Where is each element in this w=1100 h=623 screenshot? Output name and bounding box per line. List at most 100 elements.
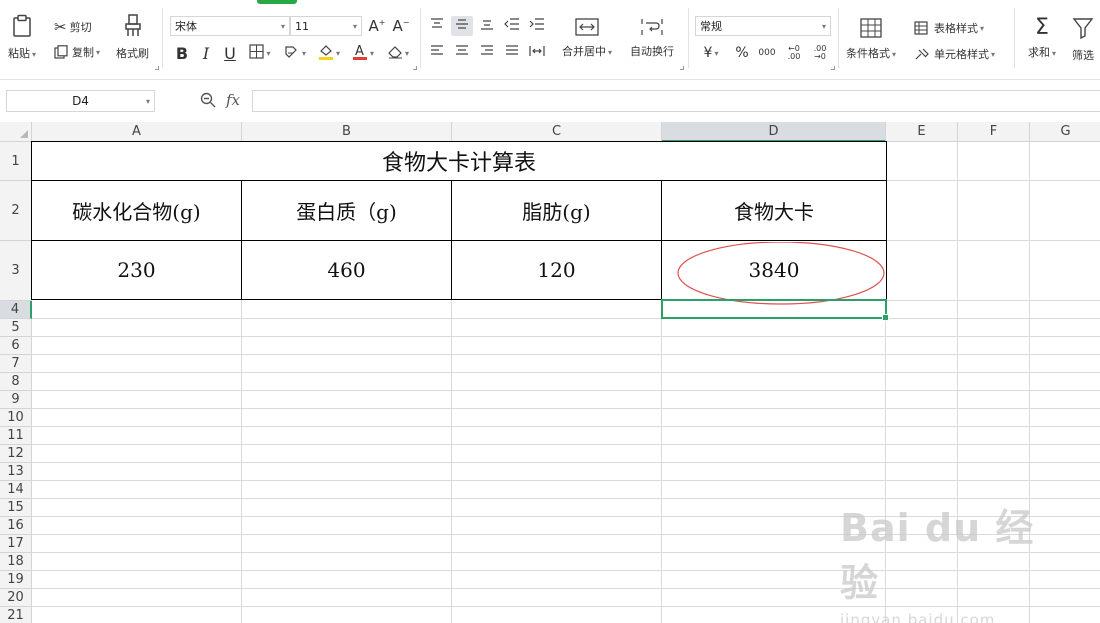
row-header-14[interactable]: 14 bbox=[0, 481, 32, 499]
row-header-21[interactable]: 21 bbox=[0, 607, 32, 623]
format-painter-button[interactable]: 格式刷 bbox=[116, 14, 149, 61]
filter-label: 筛选 bbox=[1072, 49, 1094, 62]
row-header-8[interactable]: 8 bbox=[0, 373, 32, 391]
svg-text:A: A bbox=[355, 44, 364, 59]
clear-format-button[interactable]: ▾ bbox=[383, 43, 413, 63]
wrap-text-button[interactable]: 自动换行 bbox=[630, 18, 674, 59]
indent-icon bbox=[529, 18, 545, 34]
formula-input[interactable] bbox=[252, 90, 1100, 112]
selected-cell-d4[interactable] bbox=[661, 299, 889, 321]
column-header-b[interactable]: B bbox=[242, 122, 452, 142]
column-header-f[interactable]: F bbox=[958, 122, 1030, 142]
column-header-a[interactable]: A bbox=[32, 122, 242, 142]
decrease-indent-button[interactable] bbox=[501, 16, 523, 36]
percent-button[interactable]: % bbox=[731, 43, 753, 63]
justify-button[interactable] bbox=[501, 43, 523, 63]
underline-button[interactable]: U bbox=[219, 43, 241, 63]
row-header-13[interactable]: 13 bbox=[0, 463, 32, 481]
increase-indent-button[interactable] bbox=[526, 16, 548, 36]
currency-icon: ¥ bbox=[703, 45, 713, 61]
conditional-format-button[interactable]: 条件格式 ▾ bbox=[846, 18, 896, 61]
number-format-select[interactable]: 常规 ▾ bbox=[695, 16, 831, 36]
row-header-10[interactable]: 10 bbox=[0, 409, 32, 427]
bold-button[interactable]: B bbox=[171, 43, 193, 63]
row-header-7[interactable]: 7 bbox=[0, 355, 32, 373]
distribute-button[interactable] bbox=[526, 43, 548, 63]
paste-button[interactable]: 粘贴 ▾ bbox=[8, 14, 36, 61]
row-header-5[interactable]: 5 bbox=[0, 319, 32, 337]
cell-style-button[interactable]: 单元格样式 ▾ bbox=[914, 46, 995, 62]
separator bbox=[688, 8, 689, 68]
header-cell-protein[interactable]: 蛋白质（g) bbox=[241, 180, 452, 241]
value-cell-fat[interactable]: 120 bbox=[451, 240, 662, 300]
row-header-9[interactable]: 9 bbox=[0, 391, 32, 409]
decrease-decimal-button[interactable]: .00 →0 bbox=[808, 43, 832, 63]
align-center-icon bbox=[455, 45, 469, 61]
fill-color-button[interactable]: ▾ bbox=[314, 43, 344, 63]
value-cell-carbs[interactable]: 230 bbox=[31, 240, 242, 300]
row-header-11[interactable]: 11 bbox=[0, 427, 32, 445]
align-bottom-button[interactable] bbox=[476, 16, 498, 36]
value-cell-protein[interactable]: 460 bbox=[241, 240, 452, 300]
row-header-17[interactable]: 17 bbox=[0, 535, 32, 553]
align-top-button[interactable] bbox=[426, 16, 448, 36]
column-header-d[interactable]: D bbox=[662, 122, 886, 142]
font-name-select[interactable]: 宋体 ▾ bbox=[170, 16, 290, 36]
header-cell-fat[interactable]: 脂肪(g) bbox=[451, 180, 662, 241]
name-box[interactable]: D4 ▾ bbox=[6, 90, 155, 112]
header-cell-calories[interactable]: 食物大卡 bbox=[661, 180, 887, 241]
thousands-separator-button[interactable]: 000 bbox=[756, 43, 778, 63]
italic-icon: I bbox=[202, 43, 210, 63]
row-header-2[interactable]: 2 bbox=[0, 181, 32, 241]
currency-button[interactable]: ¥ ▾ bbox=[697, 43, 725, 63]
column-header-g[interactable]: G bbox=[1030, 122, 1100, 142]
title-cell[interactable]: 食物大卡计算表 bbox=[31, 141, 887, 181]
increase-decimal-button[interactable]: ←0 .00 bbox=[782, 43, 806, 63]
copy-button[interactable]: 复制 ▾ bbox=[54, 44, 100, 60]
fx-icon: fx bbox=[226, 91, 241, 109]
clipboard-group-launcher[interactable] bbox=[155, 66, 159, 70]
zoom-icon[interactable] bbox=[200, 92, 216, 112]
cut-button[interactable]: ✂ 剪切 bbox=[54, 18, 92, 36]
align-right-button[interactable] bbox=[476, 43, 498, 63]
italic-button[interactable]: I bbox=[195, 43, 217, 63]
shrink-font-button[interactable]: A− bbox=[390, 16, 412, 36]
header-cell-carbs[interactable]: 碳水化合物(g) bbox=[31, 180, 242, 241]
cell-shading-button[interactable]: ▾ bbox=[280, 43, 310, 63]
number-group-launcher[interactable] bbox=[831, 66, 835, 70]
row-header-3[interactable]: 3 bbox=[0, 241, 32, 301]
table-style-button[interactable]: 表格样式 ▾ bbox=[914, 20, 984, 36]
merge-center-button[interactable]: 合并居中 ▾ bbox=[562, 18, 612, 59]
row-header-19[interactable]: 19 bbox=[0, 571, 32, 589]
row-header-1[interactable]: 1 bbox=[0, 142, 32, 181]
grow-font-button[interactable]: A+ bbox=[366, 16, 388, 36]
align-middle-button[interactable] bbox=[451, 16, 473, 36]
row-header-6[interactable]: 6 bbox=[0, 337, 32, 355]
row-header-15[interactable]: 15 bbox=[0, 499, 32, 517]
insert-function-button[interactable]: fx bbox=[226, 91, 240, 109]
column-header-e[interactable]: E bbox=[886, 122, 958, 142]
align-right-icon bbox=[480, 45, 494, 61]
row-header-4[interactable]: 4 bbox=[0, 301, 32, 319]
table-style-label: 表格样式 bbox=[934, 22, 978, 35]
font-size-value: 11 bbox=[295, 19, 309, 33]
number-format-value: 常规 bbox=[700, 20, 722, 33]
align-center-button[interactable] bbox=[451, 43, 473, 63]
column-header-c[interactable]: C bbox=[452, 122, 662, 142]
font-color-button[interactable]: A ▾ bbox=[348, 43, 378, 63]
select-all-button[interactable] bbox=[0, 122, 32, 142]
row-header-20[interactable]: 20 bbox=[0, 589, 32, 607]
borders-button[interactable]: ▾ bbox=[245, 43, 275, 63]
row-header-16[interactable]: 16 bbox=[0, 517, 32, 535]
row-header-12[interactable]: 12 bbox=[0, 445, 32, 463]
active-tab-indicator bbox=[257, 0, 297, 4]
alignment-group-launcher[interactable] bbox=[680, 66, 684, 70]
autosum-button[interactable]: Σ 求和 ▾ bbox=[1028, 16, 1056, 60]
align-left-button[interactable] bbox=[426, 43, 448, 63]
font-group-launcher[interactable] bbox=[413, 66, 417, 70]
row-header-18[interactable]: 18 bbox=[0, 553, 32, 571]
font-size-select[interactable]: 11 ▾ bbox=[290, 16, 362, 36]
filter-button[interactable]: 筛选 bbox=[1072, 16, 1094, 63]
gridline bbox=[32, 480, 1100, 481]
separator bbox=[1014, 8, 1015, 68]
